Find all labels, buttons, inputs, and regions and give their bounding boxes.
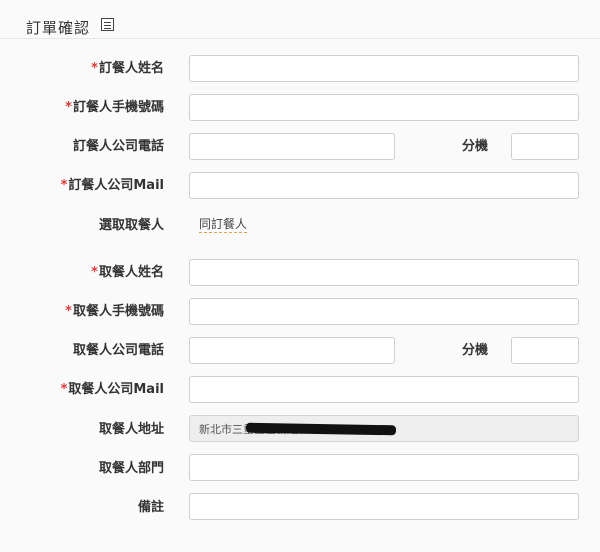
pickup-phone-label: 取餐人公司電話 [72,343,164,358]
pickup-select-label: 選取取餐人 [98,218,164,233]
required-marker: * [65,304,72,319]
pickup-ext-input[interactable] [511,337,579,364]
orderer-name-input[interactable] [189,55,579,82]
pickup-name-input[interactable] [189,259,579,286]
pickup-ext-label: 分機 [462,343,489,358]
page-header: 訂單確認 [0,0,600,39]
required-marker: * [91,61,98,76]
remarks-label: 備註 [137,500,164,515]
pickup-address-label: 取餐人地址 [98,422,164,437]
pickup-mobile-label: *取餐人手機號碼 [65,304,164,319]
orderer-mail-input[interactable] [189,172,579,199]
orderer-mobile-input[interactable] [189,94,579,121]
same-as-orderer-link[interactable]: 同訂餐人 [199,217,248,233]
pickup-mail-input[interactable] [189,376,579,403]
pickup-dept-input[interactable] [189,454,579,481]
orderer-ext-label: 分機 [462,139,489,154]
pickup-mail-label: *取餐人公司Mail [60,382,164,397]
required-marker: * [91,265,98,280]
list-icon [101,18,114,31]
orderer-phone-label: 訂餐人公司電話 [72,139,164,154]
pickup-phone-input[interactable] [189,337,395,364]
orderer-mail-label: *訂餐人公司Mail [60,178,164,193]
pickup-mobile-input[interactable] [189,298,579,325]
required-marker: * [60,382,68,397]
orderer-mobile-label: *訂餐人手機號碼 [65,100,164,115]
page-title: 訂單確認 [26,19,91,37]
remarks-input[interactable] [189,493,579,520]
orderer-name-label: *訂餐人姓名 [91,61,164,76]
pickup-dept-label: 取餐人部門 [98,461,164,476]
orderer-phone-input[interactable] [189,133,395,160]
required-marker: * [60,178,68,193]
required-marker: * [65,100,72,115]
pickup-name-label: *取餐人姓名 [91,265,164,280]
orderer-ext-input[interactable] [511,133,579,160]
